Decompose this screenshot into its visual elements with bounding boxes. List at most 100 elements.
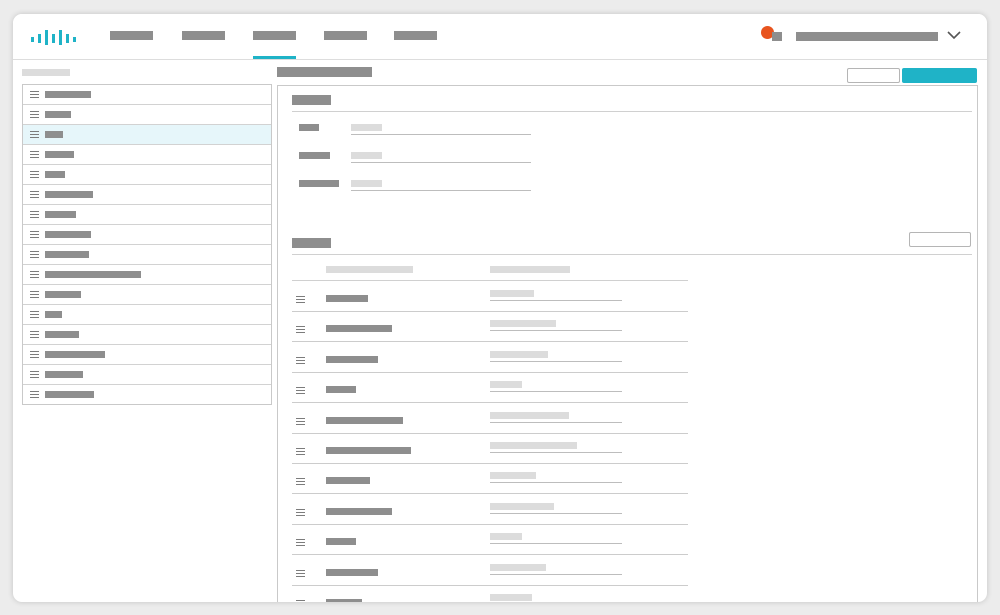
row-name — [326, 325, 392, 333]
chevron-down-icon[interactable] — [946, 29, 962, 41]
secondary-button[interactable] — [847, 68, 900, 83]
field-input-2[interactable] — [351, 152, 531, 163]
sidebar-item-label — [45, 131, 63, 138]
drag-handle-icon[interactable] — [296, 326, 305, 334]
row-value-input[interactable] — [490, 594, 622, 602]
drag-handle-icon[interactable] — [296, 508, 305, 516]
row-value-input[interactable] — [490, 533, 622, 545]
nav-item-2[interactable] — [182, 14, 225, 59]
sidebar-item[interactable] — [23, 144, 271, 164]
row-name — [326, 477, 370, 485]
drag-handle-icon[interactable] — [296, 600, 305, 602]
table-row — [292, 281, 688, 312]
sidebar-list — [22, 84, 272, 405]
table-row — [292, 342, 688, 373]
cisco-logo-icon[interactable] — [31, 28, 77, 46]
sidebar-item-label — [45, 311, 62, 318]
table-row — [292, 463, 688, 495]
table-row — [292, 524, 688, 556]
row-value-input[interactable] — [490, 502, 622, 514]
field-input-3[interactable] — [351, 180, 531, 191]
app-window — [13, 14, 987, 602]
user-icon[interactable] — [772, 32, 782, 41]
menu-icon — [30, 151, 39, 158]
sidebar-item[interactable] — [23, 284, 271, 304]
sidebar-item[interactable] — [23, 85, 271, 104]
menu-icon — [30, 291, 39, 298]
menu-icon — [30, 351, 39, 358]
nav-item-4[interactable] — [324, 14, 367, 59]
sidebar-item-label — [45, 391, 94, 398]
row-value-input[interactable] — [490, 320, 622, 332]
main-panel — [277, 85, 978, 602]
drag-handle-icon[interactable] — [296, 417, 305, 425]
nav-item-5[interactable] — [394, 14, 437, 59]
row-value-input[interactable] — [490, 350, 622, 362]
sidebar-item[interactable] — [23, 364, 271, 384]
row-value-input[interactable] — [490, 442, 622, 453]
top-navigation-bar — [13, 14, 987, 60]
menu-icon — [30, 391, 39, 398]
sidebar-item[interactable] — [23, 104, 271, 124]
row-name — [326, 386, 356, 394]
drag-handle-icon[interactable] — [296, 448, 305, 455]
drag-handle-icon[interactable] — [296, 478, 305, 486]
row-value-input[interactable] — [490, 290, 622, 301]
row-name — [326, 355, 378, 363]
table-row — [292, 433, 688, 464]
row-name — [326, 568, 378, 576]
sidebar-item[interactable] — [23, 244, 271, 264]
sidebar-item[interactable] — [23, 124, 271, 144]
row-name — [326, 507, 392, 515]
sidebar-item-label — [45, 331, 79, 338]
row-name — [326, 538, 356, 546]
sidebar-item[interactable] — [23, 224, 271, 244]
drag-handle-icon[interactable] — [296, 387, 305, 395]
sidebar-item-label — [45, 91, 91, 98]
table-row — [292, 372, 688, 404]
row-value-input[interactable] — [490, 381, 622, 393]
drag-handle-icon[interactable] — [296, 569, 305, 577]
drag-handle-icon[interactable] — [296, 296, 305, 303]
section-divider — [292, 254, 972, 255]
row-name — [326, 447, 411, 454]
sidebar-item-label — [45, 371, 83, 378]
row-value-input[interactable] — [490, 472, 622, 484]
sidebar-item[interactable] — [23, 324, 271, 344]
sidebar-item[interactable] — [23, 184, 271, 204]
row-name — [326, 599, 362, 602]
sidebar-item-label — [45, 251, 89, 258]
sidebar-item[interactable] — [23, 304, 271, 324]
sidebar-item[interactable] — [23, 344, 271, 364]
sidebar-item-label — [45, 111, 71, 118]
field-input-1[interactable] — [351, 124, 531, 135]
sidebar-item[interactable] — [23, 164, 271, 184]
row-name — [326, 295, 368, 302]
sidebar-item[interactable] — [23, 384, 271, 404]
table-row — [292, 494, 688, 525]
table-row — [292, 585, 688, 602]
row-value-input[interactable] — [490, 563, 622, 575]
user-name[interactable] — [796, 32, 938, 41]
field-label-3 — [299, 180, 339, 187]
sidebar-item-label — [45, 211, 76, 218]
sidebar-item[interactable] — [23, 264, 271, 284]
sidebar-item[interactable] — [23, 204, 271, 224]
nav-item-1[interactable] — [110, 14, 153, 59]
active-tab-indicator — [253, 56, 296, 59]
drag-handle-icon[interactable] — [296, 356, 305, 364]
table-row — [292, 555, 688, 586]
drag-handle-icon[interactable] — [296, 539, 305, 547]
nav-item-3[interactable] — [253, 14, 296, 59]
table-row — [292, 311, 688, 343]
section-header-1 — [292, 95, 331, 105]
row-value-input[interactable] — [490, 411, 622, 423]
menu-icon — [30, 91, 39, 98]
menu-icon — [30, 131, 39, 138]
sidebar-item-label — [45, 191, 93, 198]
column-header-name — [326, 266, 413, 273]
primary-button[interactable] — [902, 68, 977, 83]
menu-icon — [30, 371, 39, 378]
column-header-value — [490, 266, 570, 273]
section-action-button[interactable] — [909, 232, 971, 247]
